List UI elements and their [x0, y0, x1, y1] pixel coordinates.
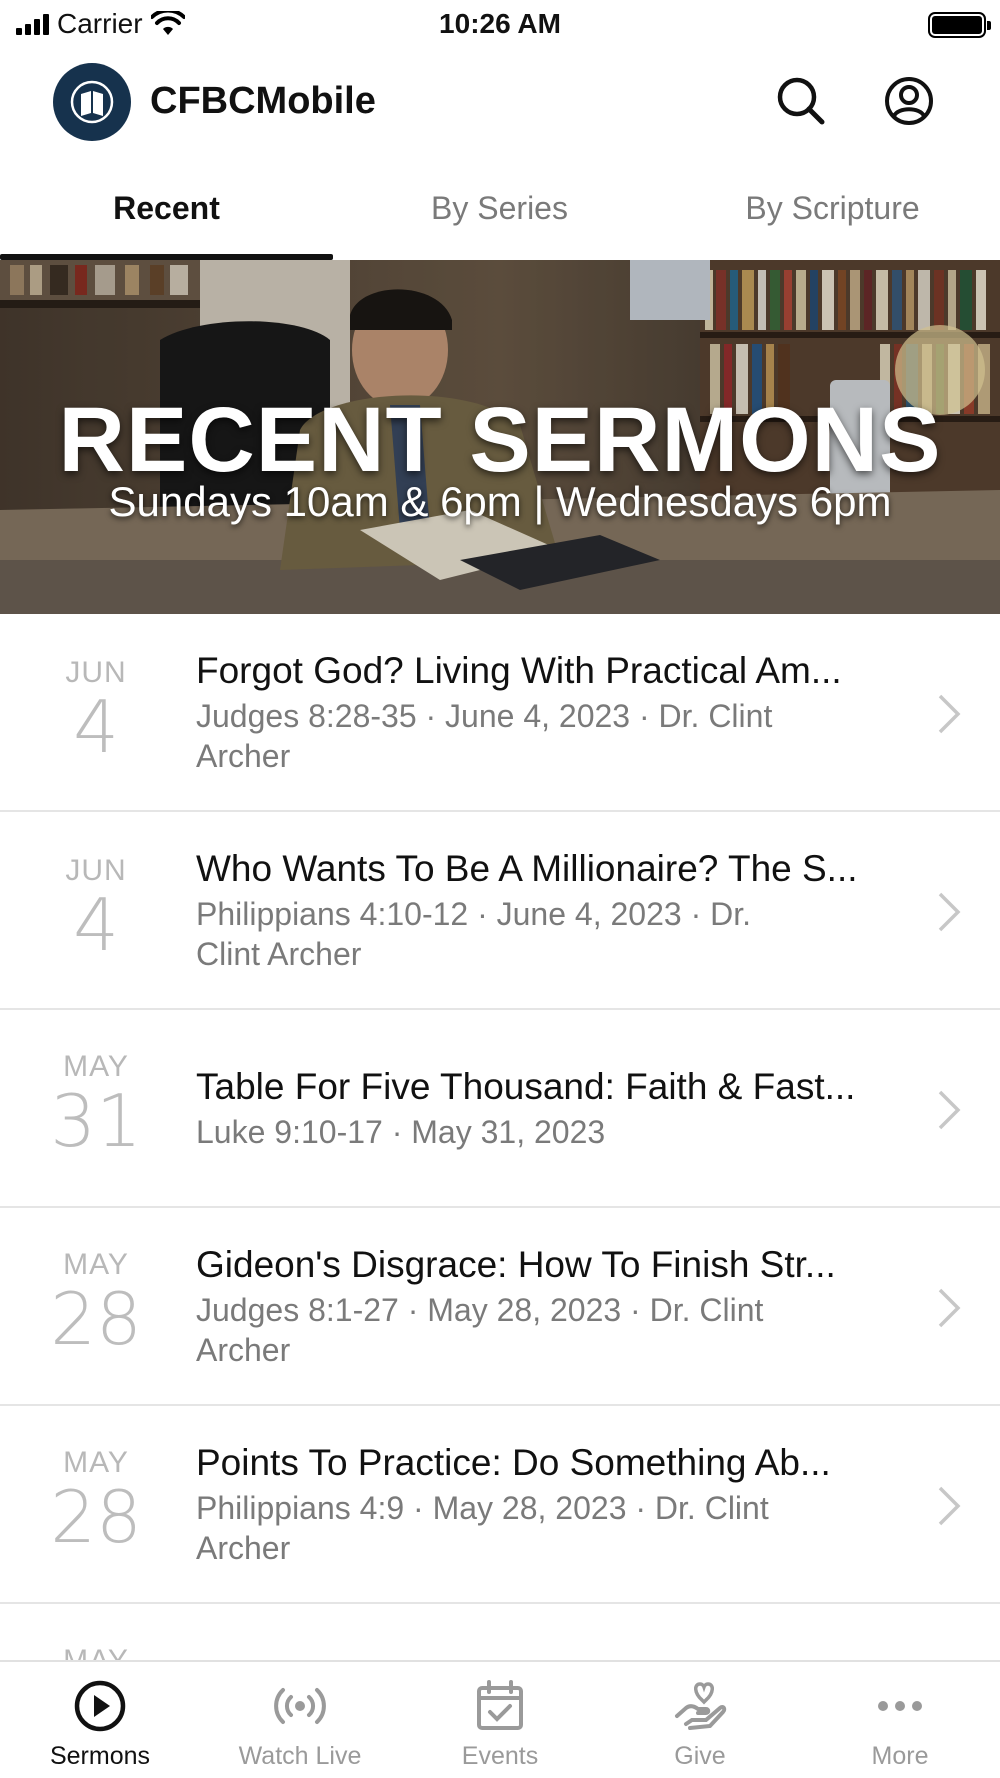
chevron-right-icon — [938, 1090, 961, 1130]
sermon-date: JUN 4 — [40, 656, 152, 764]
chevron-right-icon — [938, 1486, 961, 1526]
banner-subtitle: Sundays 10am & 6pm | Wednesdays 6pm — [108, 478, 892, 525]
sermon-row[interactable]: JUN 4 Forgot God? Living With Practical … — [0, 614, 1000, 812]
chevron-right-icon — [938, 892, 961, 932]
sermon-info: Who Wants To Be A Millionaire? The S... … — [196, 848, 916, 974]
sermon-row[interactable]: MAY 31 Table For Five Thousand: Faith & … — [0, 1010, 1000, 1208]
nav-more[interactable]: More — [800, 1662, 1000, 1778]
sermon-info: Gideon's Disgrace: How To Finish Str... … — [196, 1244, 916, 1370]
sermon-row[interactable]: MAY — [0, 1604, 1000, 1660]
account-button[interactable] — [880, 72, 938, 130]
sermon-meta: Judges 8:1-27 · May 28, 2023 · Dr. Clint… — [196, 1292, 764, 1368]
app-header: CFBCMobile — [0, 58, 1000, 148]
sermon-info: Points To Practice: Do Something Ab... P… — [196, 1442, 916, 1568]
sermon-date: MAY 31 — [40, 1050, 152, 1158]
sermon-title: Who Wants To Be A Millionaire? The S... — [196, 848, 858, 889]
nav-events[interactable]: Events — [400, 1662, 600, 1778]
church-logo — [53, 63, 131, 141]
profile-icon — [885, 77, 933, 125]
sermon-meta: Luke 9:10-17 · May 31, 2023 — [196, 1114, 606, 1150]
sermon-tabs: Recent By Series By Scripture — [0, 170, 1000, 260]
sermon-info: Forgot God? Living With Practical Am... … — [196, 650, 916, 776]
status-bar: Carrier 10:26 AM — [0, 0, 1000, 50]
chevron-right-icon — [938, 694, 961, 734]
tab-recent[interactable]: Recent — [0, 170, 333, 260]
app-title: CFBCMobile — [150, 80, 376, 122]
sermon-day: 28 — [50, 1475, 142, 1559]
nav-give-label: Give — [674, 1742, 726, 1770]
sermon-date: MAY 28 — [40, 1248, 152, 1356]
sermon-day: 31 — [50, 1079, 142, 1163]
chevron-right-icon — [938, 1288, 961, 1328]
sermon-row[interactable]: JUN 4 Who Wants To Be A Millionaire? The… — [0, 812, 1000, 1010]
sermon-meta: Judges 8:28-35 · June 4, 2023 · Dr. Clin… — [196, 698, 773, 774]
nav-sermons[interactable]: Sermons — [0, 1662, 200, 1778]
book-emblem-icon — [70, 80, 114, 124]
play-circle-icon — [74, 1680, 126, 1732]
sermon-row[interactable]: MAY 28 Gideon's Disgrace: How To Finish … — [0, 1208, 1000, 1406]
sermon-date: MAY — [40, 1644, 152, 1660]
nav-more-label: More — [871, 1742, 929, 1770]
sermon-day: 4 — [73, 883, 119, 967]
calendar-check-icon — [477, 1680, 523, 1730]
sermon-month: MAY — [40, 1644, 152, 1660]
sermon-row[interactable]: MAY 28 Points To Practice: Do Something … — [0, 1406, 1000, 1604]
tab-by-scripture[interactable]: By Scripture — [666, 170, 999, 260]
sermon-meta: Philippians 4:9 · May 28, 2023 · Dr. Cli… — [196, 1490, 769, 1566]
broadcast-icon — [274, 1688, 326, 1724]
sermon-title: Forgot God? Living With Practical Am... — [196, 650, 842, 691]
nav-give[interactable]: Give — [600, 1662, 800, 1778]
nav-sermons-label: Sermons — [49, 1742, 151, 1770]
nav-watch-live[interactable]: Watch Live — [200, 1662, 400, 1778]
sermon-title: Gideon's Disgrace: How To Finish Str... — [196, 1244, 836, 1285]
sermon-day: 4 — [73, 685, 119, 769]
sermon-info: Table For Five Thousand: Faith & Fast...… — [196, 1066, 916, 1152]
nav-events-label: Events — [461, 1742, 539, 1770]
battery-icon — [928, 12, 991, 38]
sermon-date: JUN 4 — [40, 854, 152, 962]
sermon-list: JUN 4 Forgot God? Living With Practical … — [0, 614, 1000, 1660]
sermon-date: MAY 28 — [40, 1446, 152, 1554]
bottom-tab-bar: Sermons Watch Live Events Give More — [0, 1660, 1000, 1778]
sermon-title: Points To Practice: Do Something Ab... — [196, 1442, 831, 1483]
search-icon — [777, 77, 825, 125]
nav-watch-live-label: Watch Live — [238, 1742, 362, 1770]
status-time: 10:26 AM — [439, 8, 561, 39]
recent-sermons-banner[interactable]: RECENT SERMONS Sundays 10am & 6pm | Wedn… — [0, 260, 1000, 614]
sermon-day: 28 — [50, 1277, 142, 1361]
tab-by-series[interactable]: By Series — [333, 170, 666, 260]
sermon-title: Table For Five Thousand: Faith & Fast... — [196, 1066, 856, 1107]
give-hand-heart-icon — [675, 1682, 727, 1730]
more-dots-icon — [878, 1701, 922, 1711]
sermon-meta: Philippians 4:10-12 · June 4, 2023 · Dr.… — [196, 896, 751, 972]
search-button[interactable] — [772, 72, 830, 130]
